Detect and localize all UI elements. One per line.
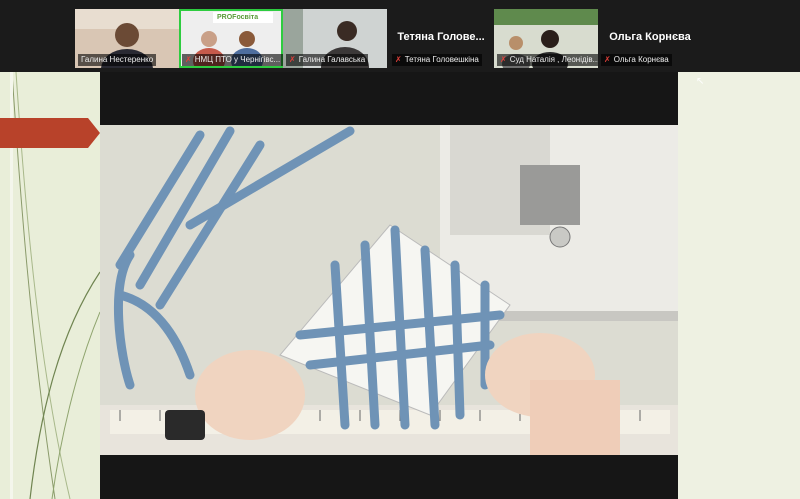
participant-name: ✗ Суд Наталія , Леонідів... [497, 54, 598, 66]
mic-muted-icon: ✗ [395, 55, 402, 64]
screen-share-video[interactable] [100, 72, 678, 499]
participant-tile[interactable]: Ольга Корнєва ✗ Ольга Корнєва [598, 9, 702, 68]
mic-muted-icon: ✗ [500, 55, 507, 64]
shared-screen [0, 72, 800, 499]
participant-display-name: Тетяна Голове... [397, 31, 485, 43]
participants-strip: Галина Нестеренко PROFосвіта ✗ НМЦ ПТО у … [0, 0, 800, 72]
participant-tile-active[interactable]: PROFосвіта ✗ НМЦ ПТО у Чернігівс... [179, 9, 283, 68]
participant-tile[interactable]: Галина Нестеренко [75, 9, 179, 68]
red-arrow-icon [0, 118, 100, 148]
video-scene [100, 125, 678, 455]
participant-name: ✗ Тетяна Головешкіна [392, 54, 482, 66]
mic-muted-icon: ✗ [604, 55, 611, 64]
participant-tile[interactable]: ✗ Суд Наталія , Леонідів... [494, 9, 598, 68]
participant-name: ✗ Галина Галавська [286, 54, 369, 66]
slide-right-panel [678, 72, 800, 499]
mouse-cursor-icon: ↖ [696, 76, 705, 87]
participant-name: Галина Нестеренко [78, 54, 157, 66]
participant-name: ✗ НМЦ ПТО у Чернігівс... [182, 54, 283, 66]
banner-text: PROFосвіта [217, 14, 259, 21]
slide-left-panel [0, 72, 100, 499]
participant-tile[interactable]: Тетяна Голове... ✗ Тетяна Головешкіна [389, 9, 493, 68]
mic-muted-icon: ✗ [185, 55, 192, 64]
mic-muted-icon: ✗ [289, 55, 296, 64]
participant-name: ✗ Ольга Корнєва [601, 54, 672, 66]
sewing-scene [100, 125, 678, 455]
participant-display-name: Ольга Корнєва [609, 31, 691, 43]
participant-tile[interactable]: ✗ Галина Галавська [283, 9, 387, 68]
